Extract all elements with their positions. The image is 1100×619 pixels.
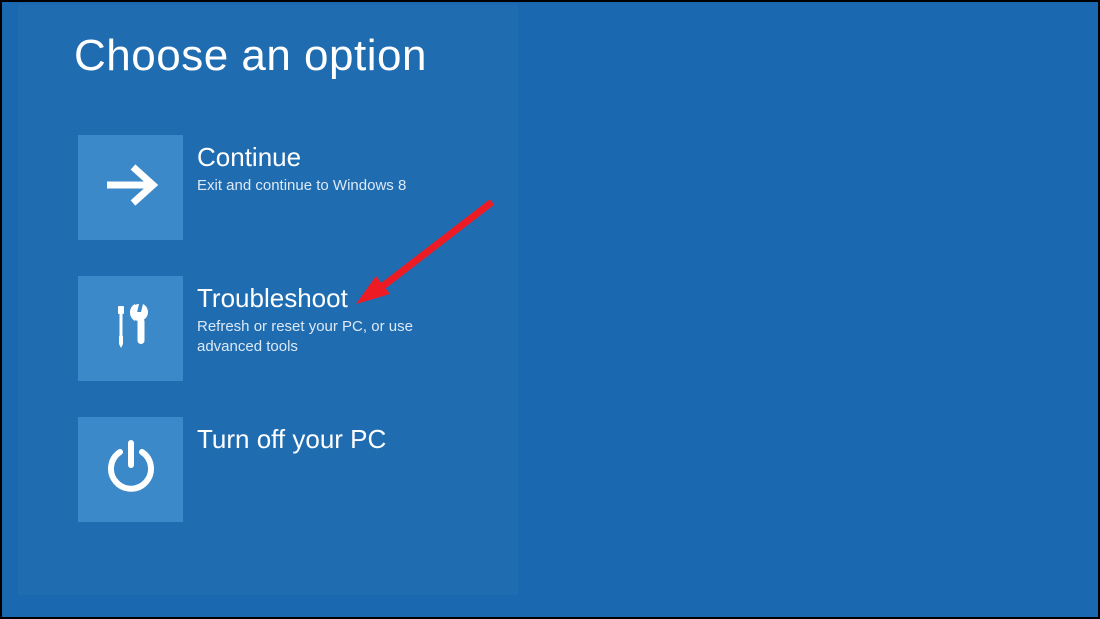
option-continue[interactable]: Continue Exit and continue to Windows 8 xyxy=(78,135,482,240)
page-title: Choose an option xyxy=(74,31,482,81)
option-title-continue: Continue xyxy=(197,143,406,172)
option-text-troubleshoot: Troubleshoot Refresh or reset your PC, o… xyxy=(197,276,437,357)
option-title-troubleshoot: Troubleshoot xyxy=(197,284,437,313)
option-title-turn-off: Turn off your PC xyxy=(197,425,386,454)
option-desc-troubleshoot: Refresh or reset your PC, or use advance… xyxy=(197,317,437,358)
option-turn-off[interactable]: Turn off your PC xyxy=(78,417,482,522)
tools-icon xyxy=(99,294,163,363)
power-icon xyxy=(99,435,163,504)
option-text-continue: Continue Exit and continue to Windows 8 xyxy=(197,135,406,196)
options-panel: Choose an option Continue Exit and conti… xyxy=(18,5,518,595)
option-tile-turn-off xyxy=(78,417,183,522)
options-list: Continue Exit and continue to Windows 8 xyxy=(78,135,482,522)
option-text-turn-off: Turn off your PC xyxy=(197,417,386,458)
option-tile-continue xyxy=(78,135,183,240)
arrow-right-icon xyxy=(99,153,163,222)
option-desc-continue: Exit and continue to Windows 8 xyxy=(197,176,406,196)
option-troubleshoot[interactable]: Troubleshoot Refresh or reset your PC, o… xyxy=(78,276,482,381)
option-tile-troubleshoot xyxy=(78,276,183,381)
